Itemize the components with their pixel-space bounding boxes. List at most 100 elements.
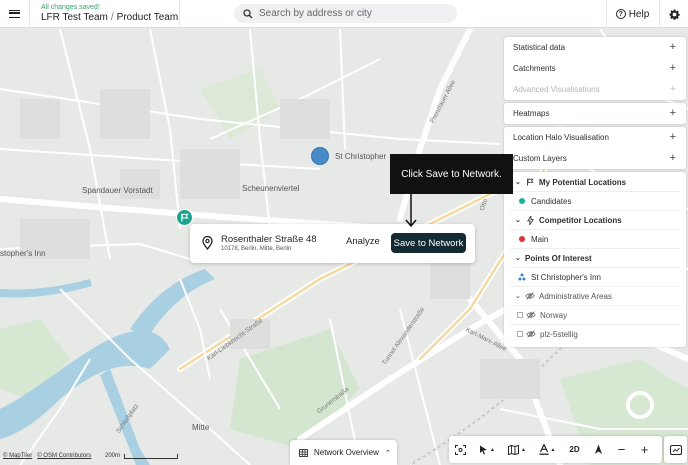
plus-icon[interactable]: + (670, 152, 676, 164)
settings-button[interactable] (659, 0, 688, 28)
chevron-up-icon: ⌃ (384, 449, 391, 457)
eye-off-icon[interactable] (525, 292, 535, 300)
map-label-st-christopher: St Christopher (335, 152, 387, 161)
section-advanced-visualisations: Advanced Visualisations + (504, 79, 686, 100)
section-label: Advanced Visualisations (513, 85, 600, 94)
layer-plz-5stellig[interactable]: plz-5stellig (504, 325, 686, 343)
save-to-network-button[interactable]: Save to Network (391, 233, 466, 253)
layer-group-label: Administrative Areas (539, 291, 612, 301)
chevron-down-icon[interactable]: ⌄ (515, 178, 525, 186)
plus-icon: + (640, 442, 649, 457)
chevron-down-icon[interactable]: ⌄ (515, 292, 525, 300)
osm-link[interactable]: © OSM Contributors (37, 453, 91, 459)
location-popup: Rosenthaler Straße 48 10178, Berlin, Mit… (190, 224, 475, 263)
section-label: Statistical data (513, 43, 566, 52)
map-label-scheunenviertel: Scheunenviertel (242, 184, 300, 193)
plus-icon: + (669, 83, 676, 95)
layer-norway[interactable]: Norway (504, 306, 686, 324)
map-pin-icon (202, 236, 213, 250)
section-label: Custom Layers (513, 154, 567, 163)
select-tool-button[interactable]: ▲ (472, 436, 502, 463)
layer-group-my-potential[interactable]: ⌄ My Potential Locations (504, 173, 686, 191)
scale-label: 200m (105, 453, 121, 459)
popup-address-line1: Rosenthaler Straße 48 (221, 234, 317, 245)
plus-icon[interactable]: + (670, 131, 676, 143)
maptiler-link[interactable]: © MapTiler (3, 453, 32, 459)
checkbox-icon[interactable] (517, 312, 523, 318)
map-label-mitte: Mitte (192, 423, 210, 432)
scale-bar (124, 454, 178, 459)
map-attribution: © MapTiler © OSM Contributors (3, 453, 96, 459)
popup-address-line2: 10178, Berlin, Mitte, Berlin (221, 246, 292, 252)
breadcrumb-separator: / (110, 11, 114, 23)
eye-off-icon[interactable] (526, 330, 536, 338)
layer-group-admin-areas[interactable]: ⌄ Administrative Areas (504, 287, 686, 305)
search-icon (243, 8, 253, 18)
caret-up-icon: ▲ (490, 446, 495, 453)
fit-bounds-button[interactable] (449, 436, 472, 463)
plus-icon[interactable]: + (670, 62, 676, 74)
lightning-icon (525, 215, 535, 225)
plus-icon[interactable]: + (670, 41, 676, 53)
zoom-in-button[interactable]: + (633, 436, 656, 463)
layer-candidates[interactable]: Candidates (504, 192, 686, 210)
basemap-button[interactable]: ▲ (502, 436, 532, 463)
zoom-out-button[interactable]: − (610, 436, 633, 463)
address-search-bar[interactable] (234, 4, 457, 23)
table-icon (299, 448, 308, 457)
minus-icon: − (617, 442, 626, 457)
caret-up-icon: ▲ (550, 446, 556, 453)
network-overview-label: Network Overview (314, 448, 379, 457)
layers-toggle-button[interactable] (664, 436, 687, 463)
compass-button[interactable] (587, 436, 610, 463)
layer-group-poi[interactable]: ⌄ Points Of Interest (504, 249, 686, 267)
layer-group-competitor[interactable]: ⌄ Competitor Locations (504, 211, 686, 229)
section-label: Location Halo Visualisation (513, 133, 609, 142)
plus-icon[interactable]: + (670, 107, 676, 119)
halo-sections-card: Location Halo Visualisation + Custom Laye… (504, 127, 686, 169)
layers-panel: Statistical data + Catchments + Advanced V… (504, 37, 686, 350)
caret-up-icon: ▲ (521, 446, 526, 453)
layer-group-label: My Potential Locations (539, 177, 627, 187)
save-status: All changes saved! (41, 3, 100, 11)
toggle-2d-button[interactable]: 2D (562, 436, 587, 463)
layer-main[interactable]: Main (504, 230, 686, 248)
compass-icon (595, 444, 602, 454)
map-toolbar: ▲ ▲ ▲ 2D − + (449, 436, 662, 463)
hamburger-icon (9, 9, 20, 18)
section-location-halo[interactable]: Location Halo Visualisation + (504, 127, 686, 148)
map-label-st-christophers-inn: stopher's Inn (0, 249, 46, 258)
poi-cluster-icon (517, 273, 527, 281)
onboarding-tooltip: Click Save to Network. (390, 154, 513, 194)
selected-location-marker[interactable] (311, 147, 329, 165)
checkbox-icon[interactable] (517, 331, 523, 337)
breadcrumb-project[interactable]: Product Team (117, 12, 179, 23)
fit-screen-icon (455, 444, 466, 455)
potential-location-marker[interactable] (176, 209, 193, 226)
analyze-button[interactable]: Analyze (346, 236, 380, 247)
search-input[interactable] (259, 8, 439, 19)
breadcrumb-team[interactable]: LFR Test Team (41, 12, 108, 23)
breadcrumb: LFR Test Team / Product Team (41, 12, 179, 24)
layer-st-christophers-inn[interactable]: St Christopher's Inn (504, 268, 686, 286)
section-heatmaps[interactable]: Heatmaps + (504, 103, 686, 124)
network-overview-button[interactable]: Network Overview ⌃ (290, 440, 397, 465)
help-label: Help (628, 8, 650, 20)
candidates-dot-icon (517, 198, 527, 204)
help-button[interactable]: ? Help (606, 0, 658, 28)
section-catchments[interactable]: Catchments + (504, 58, 686, 79)
text-style-button[interactable]: ▲ (532, 436, 562, 463)
hamburger-menu-button[interactable] (0, 0, 30, 28)
chevron-down-icon[interactable]: ⌄ (515, 254, 525, 262)
visual-sections-card: Heatmaps + (504, 103, 686, 124)
section-statistical-data[interactable]: Statistical data + (504, 37, 686, 58)
layer-label: Norway (540, 310, 568, 320)
section-custom-layers[interactable]: Custom Layers + (504, 148, 686, 169)
chevron-down-icon[interactable]: ⌄ (515, 216, 525, 224)
help-icon: ? (615, 9, 626, 19)
flag-icon (181, 213, 189, 222)
gear-icon (669, 9, 680, 20)
layer-list-card: ⌄ My Potential Locations Candidates ⌄ Co… (504, 172, 686, 347)
eye-off-icon[interactable] (526, 311, 536, 319)
map-icon (508, 444, 520, 455)
